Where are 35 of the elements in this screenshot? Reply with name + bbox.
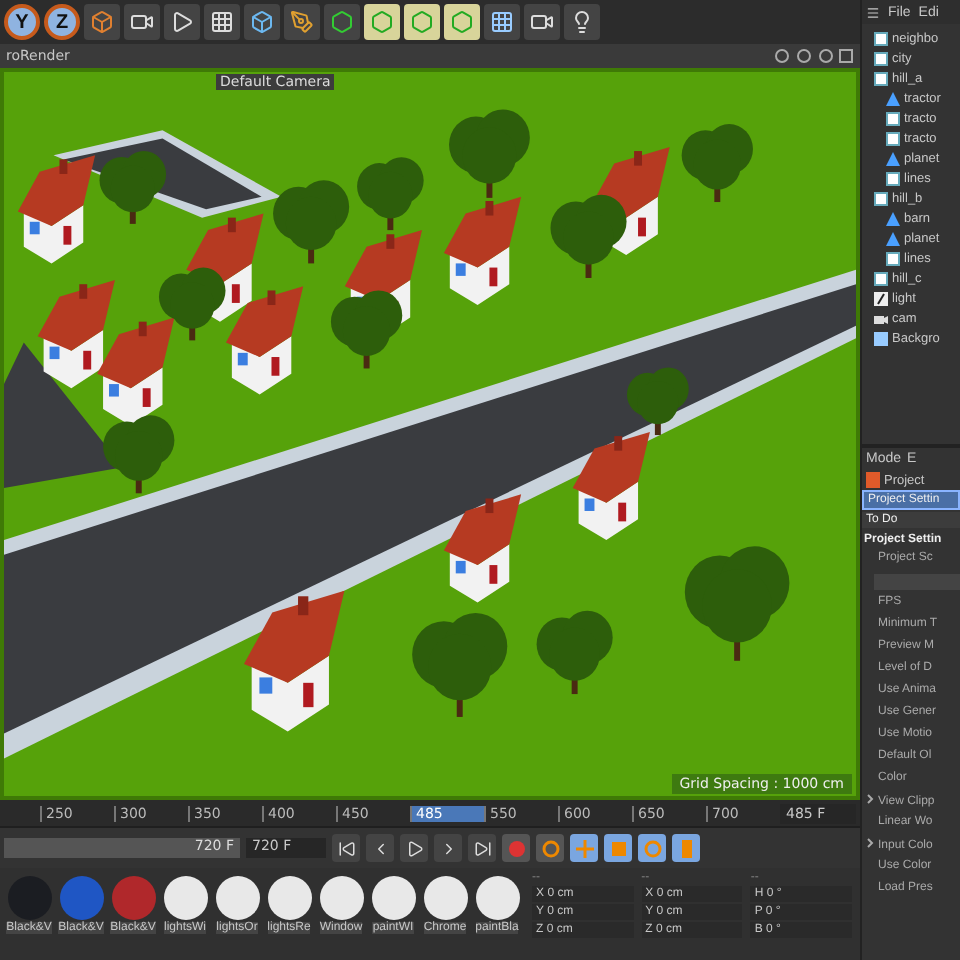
menu-icon[interactable] <box>866 5 880 19</box>
keyframe-button[interactable] <box>536 834 564 862</box>
material-preview-ball[interactable] <box>371 876 415 920</box>
skip-back-icon <box>337 839 355 857</box>
previous-frame-button[interactable] <box>366 834 394 862</box>
camera-icon[interactable] <box>524 4 560 40</box>
material-preview-ball[interactable] <box>215 876 259 920</box>
axis-toggle-button[interactable]: Z <box>44 4 80 40</box>
material-preview-ball[interactable] <box>319 876 363 920</box>
cube-icon[interactable] <box>244 4 280 40</box>
chevron-right-icon <box>866 838 874 848</box>
square-icon <box>609 839 627 857</box>
material-preview-ball[interactable] <box>267 876 311 920</box>
go-to-end-button[interactable] <box>468 834 496 862</box>
chevron-right-icon <box>866 794 874 804</box>
material-preview-ball[interactable] <box>423 876 467 920</box>
light-icon <box>874 291 888 305</box>
grid-icon[interactable] <box>484 4 520 40</box>
light-bulb-icon[interactable] <box>564 4 600 40</box>
next-frame-button[interactable] <box>434 834 462 862</box>
pen-icon[interactable] <box>284 4 320 40</box>
view-navigation-icons[interactable] <box>774 48 854 64</box>
camera-icon <box>874 311 888 325</box>
project-icon <box>866 472 880 488</box>
play-icon <box>405 839 423 857</box>
go-to-start-button[interactable] <box>332 834 360 862</box>
background-icon <box>874 331 888 345</box>
axis-toggle-button[interactable]: Y <box>4 4 40 40</box>
film-strip-icon <box>677 839 695 857</box>
material-preview-ball[interactable] <box>163 876 207 920</box>
skip-forward-icon <box>473 839 491 857</box>
triangle-icon <box>886 91 900 105</box>
play-button[interactable] <box>400 834 428 862</box>
triangle-icon <box>886 151 900 165</box>
material-preview-ball[interactable] <box>475 876 519 920</box>
